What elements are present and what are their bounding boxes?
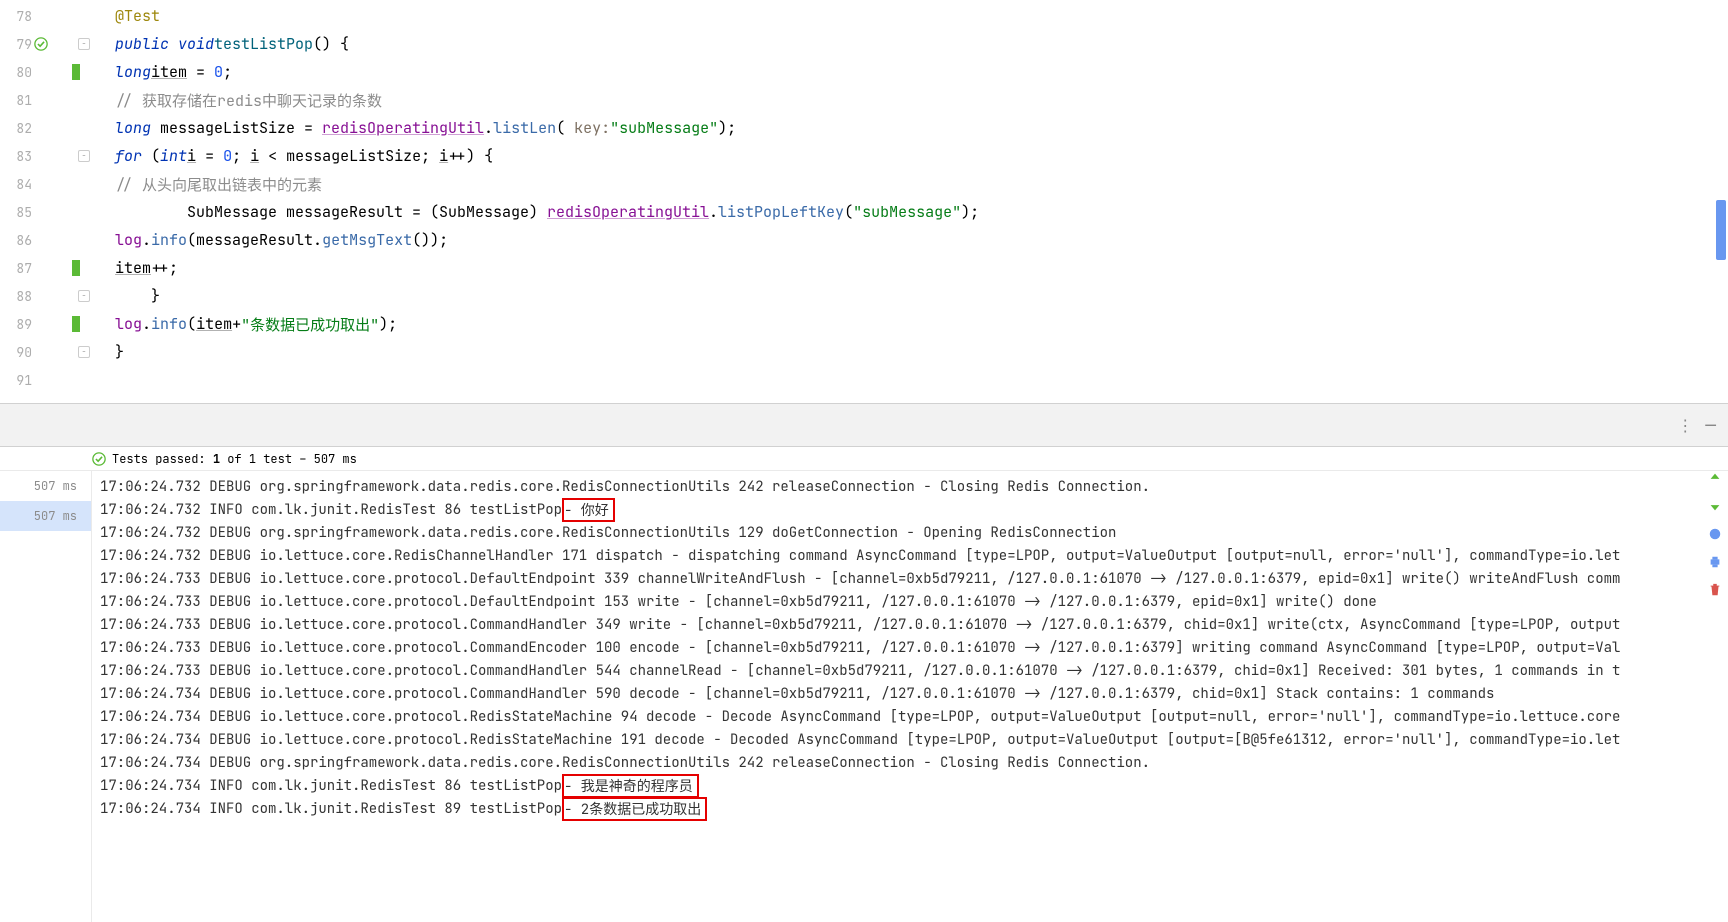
gutter: 78 79 − 80 81 82 83 − 84 85 86 87 88 − 89 90 − 91	[0, 0, 95, 403]
code-line[interactable]: item++;	[95, 254, 1728, 282]
trash-icon[interactable]	[1707, 582, 1723, 598]
line-number: 81	[6, 92, 32, 109]
gutter-row[interactable]: 82	[0, 114, 94, 142]
scroll-thumb[interactable]	[1716, 200, 1726, 260]
console-line[interactable]: 17:06:24.733 DEBUG io.lettuce.core.proto…	[100, 659, 1720, 682]
line-number: 88	[6, 288, 32, 305]
gutter-row[interactable]: 89	[0, 310, 94, 338]
console-line[interactable]: 17:06:24.733 DEBUG io.lettuce.core.proto…	[100, 613, 1720, 636]
arrow-down-icon[interactable]	[1707, 498, 1723, 514]
highlighted-output: - 你好	[562, 498, 615, 522]
line-number: 89	[6, 316, 32, 333]
gutter-row[interactable]: 80	[0, 58, 94, 86]
code-line[interactable]: long messageListSize = redisOperatingUti…	[95, 114, 1728, 142]
code-area[interactable]: @Testpublic void testListPop() { long it…	[95, 0, 1728, 403]
gutter-row[interactable]: 79 −	[0, 30, 94, 58]
console-line[interactable]: 17:06:24.732 INFO com.lk.junit.RedisTest…	[100, 498, 1720, 521]
editor-scrollbar[interactable]	[1712, 0, 1726, 403]
highlighted-output: - 2条数据已成功取出	[562, 797, 707, 821]
line-number: 83	[6, 148, 32, 165]
console-line[interactable]: 17:06:24.732 DEBUG io.lettuce.core.Redis…	[100, 544, 1720, 567]
gutter-row[interactable]: 83 −	[0, 142, 94, 170]
code-line[interactable]: }	[95, 338, 1728, 366]
line-number: 84	[6, 176, 32, 193]
console-line[interactable]: 17:06:24.734 DEBUG io.lettuce.core.proto…	[100, 682, 1720, 705]
console-line[interactable]: 17:06:24.732 DEBUG org.springframework.d…	[100, 475, 1720, 498]
console-line[interactable]: 17:06:24.734 DEBUG io.lettuce.core.proto…	[100, 705, 1720, 728]
print-icon[interactable]	[1707, 554, 1723, 570]
code-line[interactable]: log.info(messageResult.getMsgText());	[95, 226, 1728, 254]
console-line[interactable]: 17:06:24.734 INFO com.lk.junit.RedisTest…	[100, 774, 1720, 797]
run-console-panel: 507 ms507 ms 17:06:24.732 DEBUG org.spri…	[0, 471, 1728, 922]
minimize-icon[interactable]: —	[1705, 414, 1716, 437]
console-line[interactable]: 17:06:24.734 DEBUG io.lettuce.core.proto…	[100, 728, 1720, 751]
arrow-up-icon[interactable]	[1707, 470, 1723, 486]
vcs-change-marker[interactable]	[72, 64, 80, 80]
code-line[interactable]: long item = 0;	[95, 58, 1728, 86]
gutter-row[interactable]: 86	[0, 226, 94, 254]
code-line[interactable]: SubMessage messageResult = (SubMessage) …	[95, 198, 1728, 226]
console-line[interactable]: 17:06:24.733 DEBUG io.lettuce.core.proto…	[100, 567, 1720, 590]
line-number: 85	[6, 204, 32, 221]
check-icon	[92, 452, 106, 466]
line-number: 91	[6, 372, 32, 389]
code-line[interactable]: public void testListPop() {	[95, 30, 1728, 58]
gutter-row[interactable]: 88 −	[0, 282, 94, 310]
gutter-row[interactable]: 87	[0, 254, 94, 282]
line-number: 86	[6, 232, 32, 249]
highlighted-output: - 我是神奇的程序员	[562, 774, 699, 798]
code-line[interactable]	[95, 366, 1728, 394]
vcs-change-marker[interactable]	[72, 316, 80, 332]
code-line[interactable]: @Test	[95, 2, 1728, 30]
vcs-change-marker[interactable]	[72, 260, 80, 276]
console-line[interactable]: 17:06:24.732 DEBUG org.springframework.d…	[100, 521, 1720, 544]
console-line[interactable]: 17:06:24.733 DEBUG io.lettuce.core.proto…	[100, 590, 1720, 613]
line-number: 79	[6, 36, 32, 53]
console-line[interactable]: 17:06:24.734 DEBUG org.springframework.d…	[100, 751, 1720, 774]
console-output[interactable]: 17:06:24.732 DEBUG org.springframework.d…	[92, 471, 1728, 922]
run-test-icon[interactable]	[34, 37, 48, 51]
line-number: 82	[6, 120, 32, 137]
console-line[interactable]: 17:06:24.733 DEBUG io.lettuce.core.proto…	[100, 636, 1720, 659]
code-line[interactable]: // 获取存储在redis中聊天记录的条数	[95, 86, 1728, 114]
code-editor[interactable]: 78 79 − 80 81 82 83 − 84 85 86 87 88 − 89 90 − 91 @Testpu…	[0, 0, 1728, 403]
toolwindow-header: ⋮ —	[0, 403, 1728, 447]
wrap-icon[interactable]	[1707, 526, 1723, 542]
line-number: 90	[6, 344, 32, 361]
test-duration[interactable]: 507 ms	[0, 471, 91, 501]
fold-icon[interactable]: −	[78, 38, 90, 50]
gutter-row[interactable]: 91	[0, 366, 94, 394]
gutter-row[interactable]: 85	[0, 198, 94, 226]
gutter-row[interactable]: 84	[0, 170, 94, 198]
line-number: 87	[6, 260, 32, 277]
more-icon[interactable]: ⋮	[1677, 415, 1695, 436]
fold-icon[interactable]: −	[78, 346, 90, 358]
gutter-row[interactable]: 90 −	[0, 338, 94, 366]
console-line[interactable]: 17:06:24.734 INFO com.lk.junit.RedisTest…	[100, 797, 1720, 820]
line-number: 78	[6, 8, 32, 25]
tests-passed-label: Tests passed: 1 of 1 test – 507 ms	[112, 451, 357, 467]
gutter-row[interactable]: 78	[0, 2, 94, 30]
line-number: 80	[6, 64, 32, 81]
fold-icon[interactable]: −	[78, 150, 90, 162]
test-tree[interactable]: 507 ms507 ms	[0, 471, 92, 922]
code-line[interactable]: for (int i = 0; i < messageListSize; i++…	[95, 142, 1728, 170]
code-line[interactable]: // 从头向尾取出链表中的元素	[95, 170, 1728, 198]
console-toolbar	[1706, 470, 1724, 598]
fold-icon[interactable]: −	[78, 290, 90, 302]
code-line[interactable]: log.info(item+"条数据已成功取出");	[95, 310, 1728, 338]
tests-passed-bar: Tests passed: 1 of 1 test – 507 ms	[0, 447, 1728, 471]
test-duration[interactable]: 507 ms	[0, 501, 91, 531]
gutter-row[interactable]: 81	[0, 86, 94, 114]
code-line[interactable]: }	[95, 282, 1728, 310]
